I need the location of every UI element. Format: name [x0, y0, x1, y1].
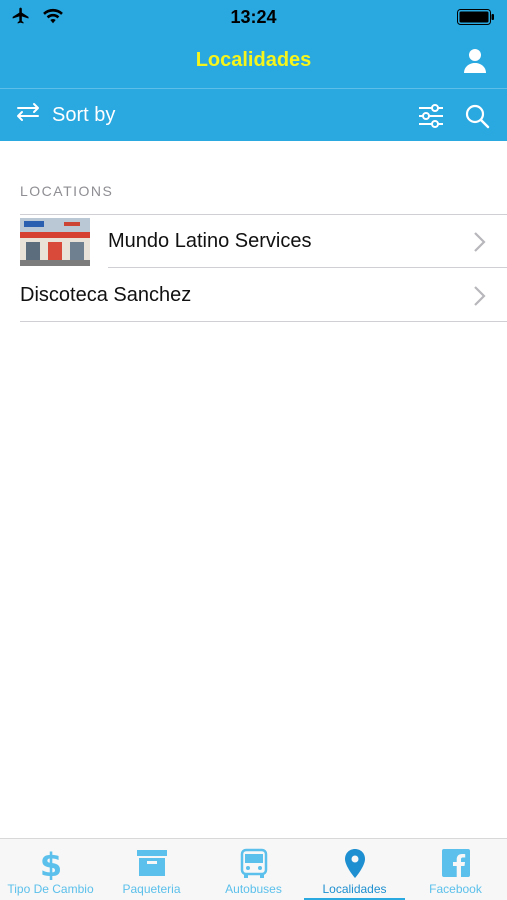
svg-text:$: $	[39, 848, 61, 880]
location-name: Discoteca Sanchez	[20, 284, 192, 306]
location-row[interactable]: Discoteca Sanchez	[0, 268, 507, 322]
list-divider	[20, 321, 507, 322]
tab-localidades[interactable]: Localidades	[304, 839, 405, 900]
status-time: 13:24	[230, 7, 277, 27]
battery-icon	[457, 9, 495, 30]
location-row[interactable]: Mundo Latino Services	[0, 214, 507, 268]
user-icon[interactable]	[461, 47, 489, 75]
tab-facebook[interactable]: Facebook	[405, 839, 506, 900]
facebook-icon	[405, 848, 506, 880]
search-icon[interactable]	[463, 102, 491, 130]
toolbar: Sort by	[0, 88, 507, 141]
tab-label: Facebook	[429, 882, 482, 896]
status-bar: 13:24	[0, 0, 507, 34]
sliders-icon[interactable]	[417, 103, 445, 129]
chevron-right-icon	[473, 285, 487, 307]
nav-bar: Localidades	[0, 34, 507, 88]
tab-autobuses[interactable]: Autobuses	[203, 839, 304, 900]
page-title: Localidades	[195, 49, 312, 71]
tab-bar: $ Tipo De Cambio Paqueteria Autobuses Lo…	[0, 838, 507, 900]
map-pin-icon	[304, 848, 405, 880]
tab-tipo-de-cambio[interactable]: $ Tipo De Cambio	[0, 839, 101, 900]
tab-label: Localidades	[322, 882, 387, 896]
section-header: LOCATIONS	[20, 183, 114, 199]
tab-label: Autobuses	[225, 882, 282, 896]
swap-arrows-icon	[14, 101, 42, 129]
sort-button[interactable]: Sort by	[14, 101, 115, 129]
tab-paqueteria[interactable]: Paqueteria	[101, 839, 202, 900]
tab-label: Tipo De Cambio	[7, 882, 94, 896]
chevron-right-icon	[473, 231, 487, 253]
sort-label: Sort by	[52, 103, 116, 126]
bus-icon	[203, 848, 304, 880]
box-icon	[101, 848, 202, 880]
tab-label: Paqueteria	[122, 882, 181, 896]
location-name: Mundo Latino Services	[108, 230, 312, 252]
dollar-icon: $	[0, 848, 101, 880]
location-thumbnail	[20, 218, 90, 266]
